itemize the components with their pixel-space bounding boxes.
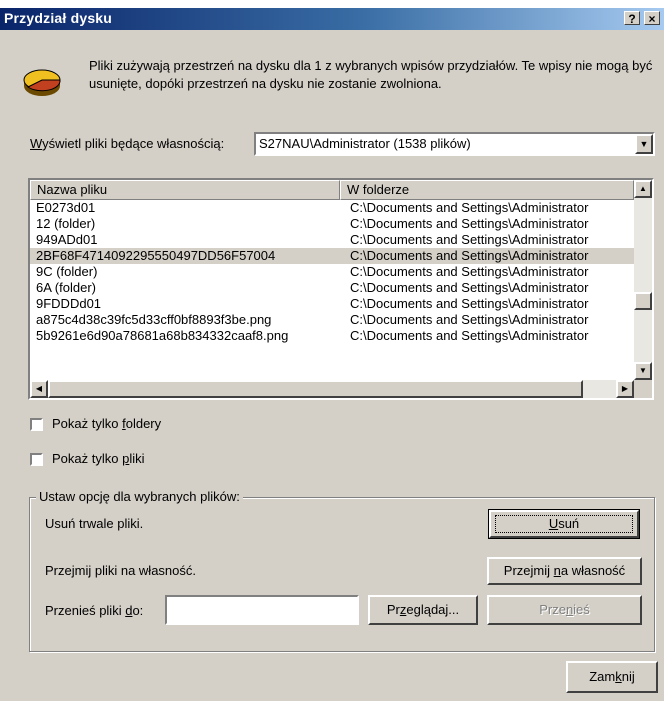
show-folders-checkbox[interactable] bbox=[30, 418, 43, 431]
file-name-cell: 9C (folder) bbox=[36, 264, 98, 279]
move-files-label: Przenieś pliki do: bbox=[45, 603, 144, 618]
show-files-checkbox[interactable] bbox=[30, 453, 43, 466]
title-bar[interactable]: Przydział dysku ? × bbox=[0, 8, 664, 30]
scroll-down-icon[interactable]: ▼ bbox=[634, 362, 652, 380]
window-title: Przydział dysku bbox=[4, 10, 113, 26]
close-button[interactable]: Zamknij bbox=[566, 661, 658, 693]
browse-button[interactable]: Przeglądaj... bbox=[368, 595, 478, 625]
scroll-right-icon[interactable]: ▶ bbox=[616, 380, 634, 398]
delete-files-label: Usuń trwale pliki. bbox=[45, 516, 144, 531]
delete-button[interactable]: Usuń bbox=[488, 509, 640, 539]
file-name-cell: 949ADd01 bbox=[36, 232, 98, 247]
owner-label: Wyświetl pliki będące własnością: bbox=[30, 136, 225, 151]
folder-cell: C:\Documents and Settings\Administrator bbox=[350, 312, 589, 327]
owner-combobox[interactable]: S27NAU\Administrator (1538 plików) ▼ bbox=[254, 132, 655, 156]
table-row[interactable]: 949ADd01 C:\Documents and Settings\Admini… bbox=[30, 232, 634, 248]
table-row[interactable]: 12 (folder) C:\Documents and Settings\Adm… bbox=[30, 216, 634, 232]
folder-cell: C:\Documents and Settings\Administrator bbox=[350, 232, 589, 247]
horizontal-scroll-thumb[interactable] bbox=[48, 380, 583, 398]
table-row[interactable]: 6A (folder) C:\Documents and Settings\Adm… bbox=[30, 280, 634, 296]
column-header-name[interactable]: Nazwa pliku bbox=[30, 180, 340, 200]
scroll-corner bbox=[634, 380, 652, 398]
info-message: Pliki zużywają przestrzeń na dysku dla 1… bbox=[89, 58, 653, 91]
groupbox-title: Ustaw opcję dla wybranych plików: bbox=[36, 489, 243, 504]
take-ownership-button[interactable]: Przejmij na własność bbox=[487, 557, 642, 585]
file-name-cell: 12 (folder) bbox=[36, 216, 96, 231]
table-row[interactable]: 5b9261e6d90a78681a68b834332caaf8.png C:\D… bbox=[30, 328, 634, 344]
file-name-cell: 6A (folder) bbox=[36, 280, 96, 295]
folder-cell: C:\Documents and Settings\Administrator bbox=[350, 328, 589, 343]
table-row[interactable]: E0273d01 C:\Documents and Settings\Admini… bbox=[30, 200, 634, 216]
file-name-cell: 5b9261e6d90a78681a68b834332caaf8.png bbox=[36, 328, 289, 343]
disk-quota-dialog: Przydział dysku ? × Pliki zużywają przes… bbox=[0, 8, 664, 701]
close-window-button[interactable]: × bbox=[644, 11, 660, 26]
folder-cell: C:\Documents and Settings\Administrator bbox=[350, 296, 589, 311]
table-row[interactable]: 9C (folder) C:\Documents and Settings\Adm… bbox=[30, 264, 634, 280]
move-destination-input[interactable] bbox=[165, 595, 359, 625]
help-button[interactable]: ? bbox=[624, 11, 640, 26]
file-name-cell: a875c4d38c39fc5d33cff0bf8893f3be.png bbox=[36, 312, 272, 327]
take-ownership-label: Przejmij pliki na własność. bbox=[45, 563, 196, 578]
vertical-scroll-thumb[interactable] bbox=[634, 292, 652, 310]
file-name-cell: E0273d01 bbox=[36, 200, 96, 215]
folder-cell: C:\Documents and Settings\Administrator bbox=[350, 280, 589, 295]
folder-cell: C:\Documents and Settings\Administrator bbox=[350, 216, 589, 231]
folder-cell: C:\Documents and Settings\Administrator bbox=[350, 264, 589, 279]
file-name-cell: 9FDDDd01 bbox=[36, 296, 102, 311]
show-folders-label[interactable]: Pokaż tylko foldery bbox=[52, 416, 161, 431]
folder-cell: C:\Documents and Settings\Administrator bbox=[350, 248, 589, 263]
scroll-left-icon[interactable]: ◀ bbox=[30, 380, 48, 398]
move-button[interactable]: Przenieś bbox=[487, 595, 642, 625]
show-files-label[interactable]: Pokaż tylko pliki bbox=[52, 451, 145, 466]
table-row[interactable]: 2BF68F4714092295550497DD56F57004 C:\Docum… bbox=[30, 248, 634, 264]
table-row[interactable]: a875c4d38c39fc5d33cff0bf8893f3be.png C:\D… bbox=[30, 312, 634, 328]
file-name-cell: 2BF68F4714092295550497DD56F57004 bbox=[36, 248, 276, 263]
scroll-up-icon[interactable]: ▲ bbox=[634, 180, 652, 198]
vertical-scrollbar[interactable]: ▲ ▼ bbox=[634, 180, 652, 380]
table-row[interactable]: 9FDDDd01 C:\Documents and Settings\Admini… bbox=[30, 296, 634, 312]
folder-cell: C:\Documents and Settings\Administrator bbox=[350, 200, 589, 215]
owner-combobox-value: S27NAU\Administrator (1538 plików) bbox=[259, 136, 471, 151]
chevron-down-icon[interactable]: ▼ bbox=[635, 134, 653, 154]
pie-chart-icon bbox=[22, 62, 62, 102]
files-listview[interactable]: Nazwa pliku W folderze E0273d01 C:\Docume… bbox=[28, 178, 654, 400]
column-header-folder[interactable]: W folderze bbox=[340, 180, 634, 200]
horizontal-scrollbar[interactable]: ◀ ▶ bbox=[30, 380, 634, 398]
